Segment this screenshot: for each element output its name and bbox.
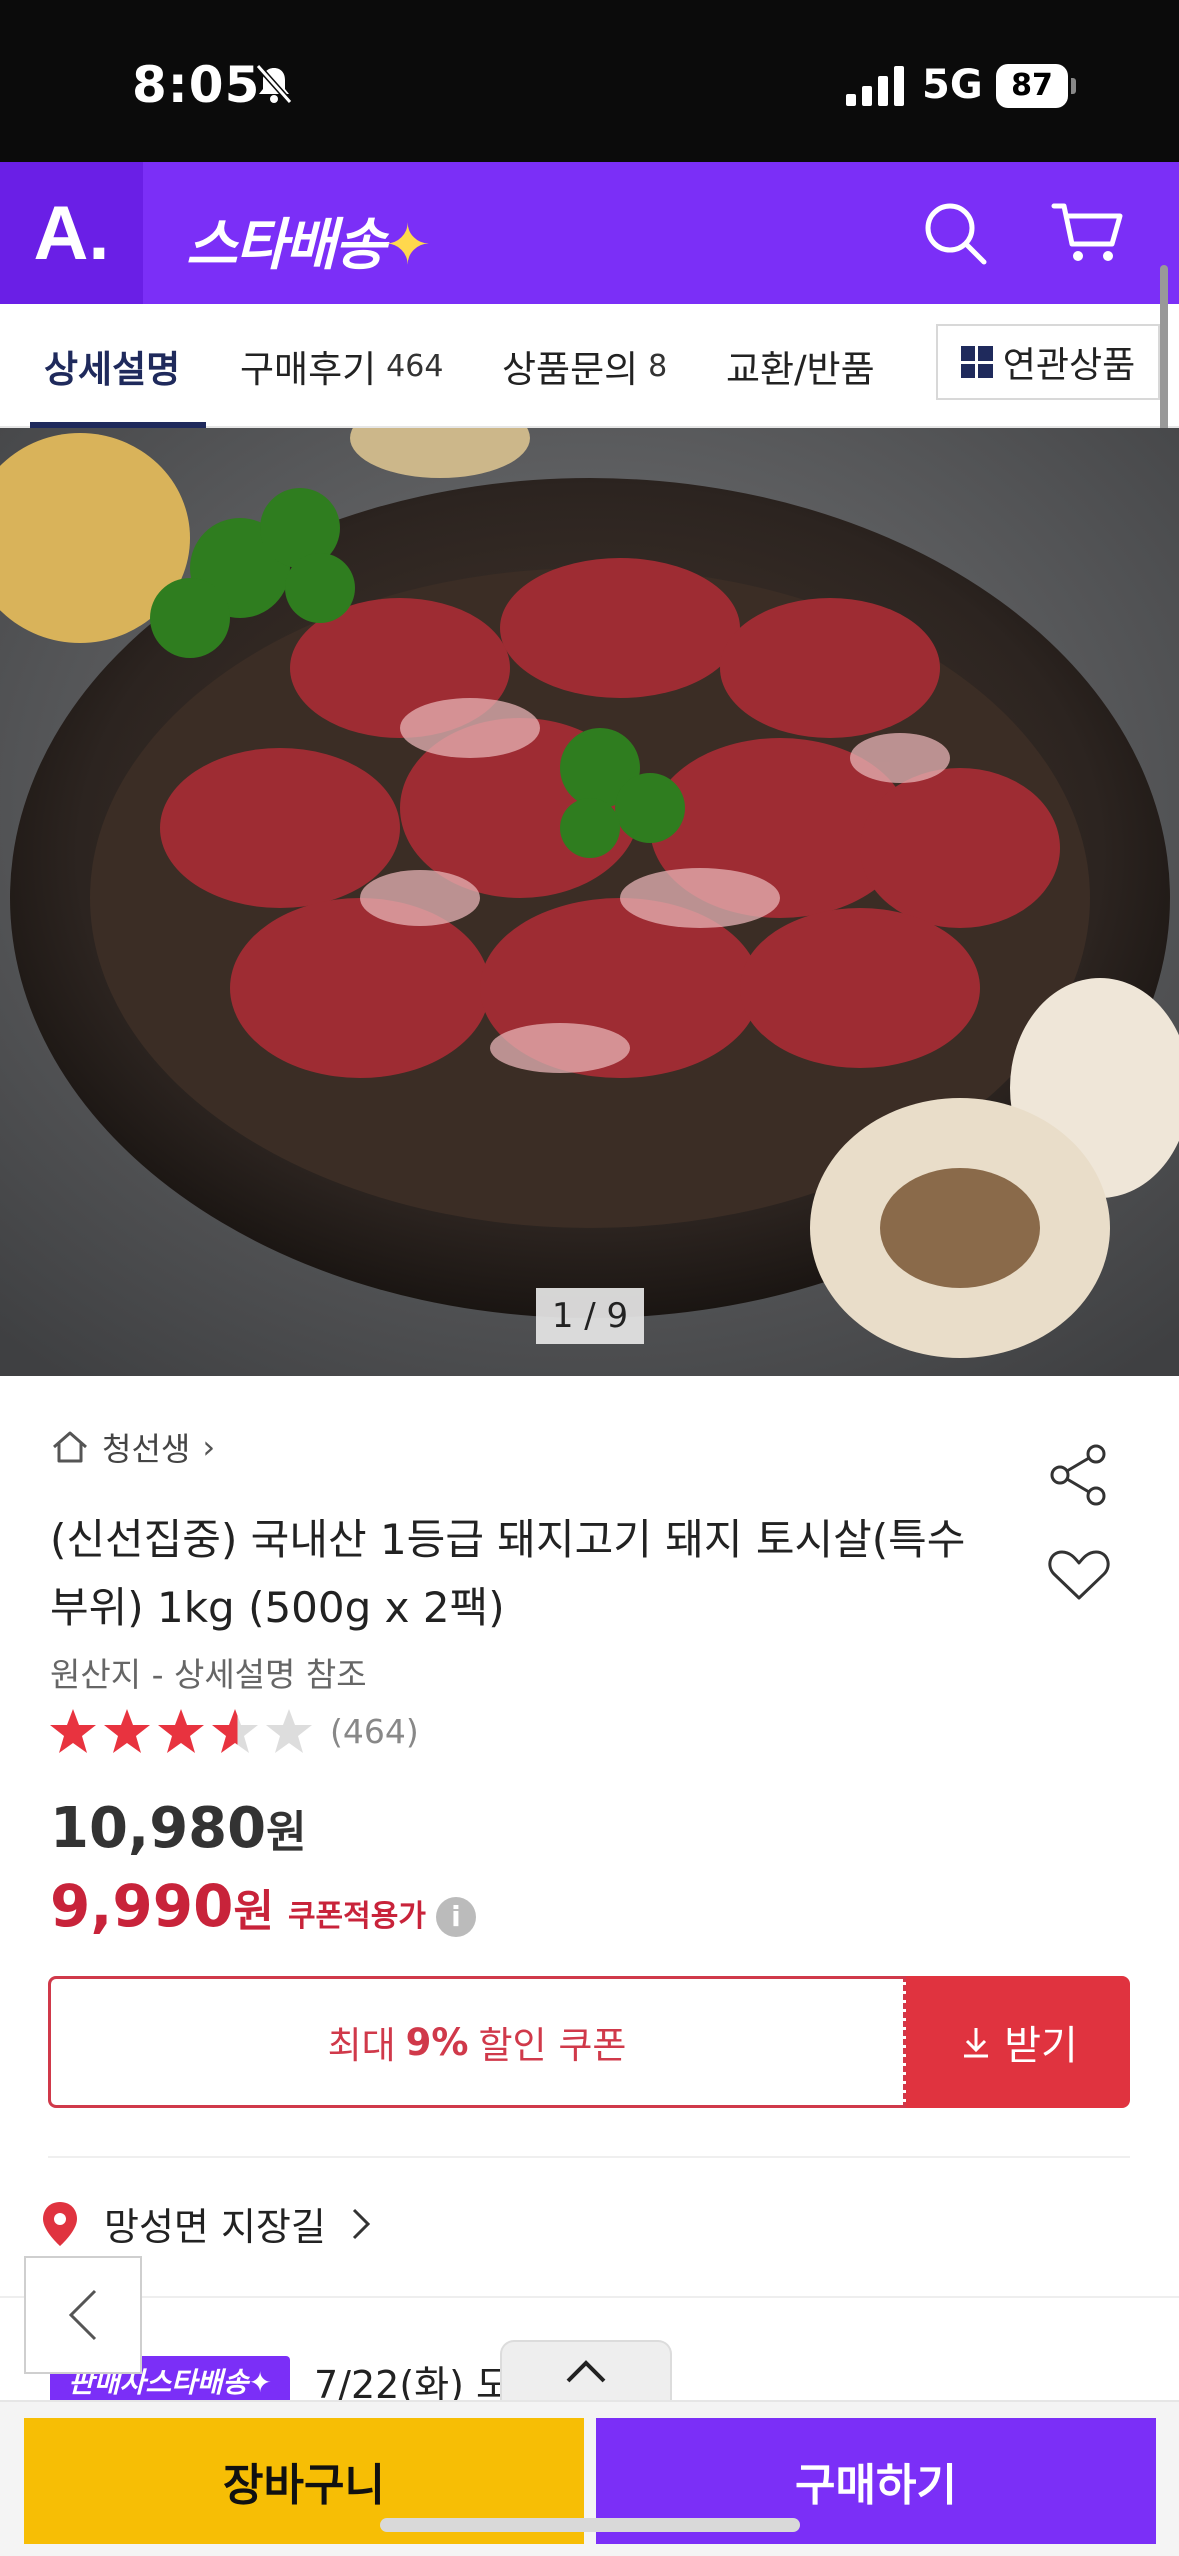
star-empty-icon bbox=[266, 1709, 312, 1753]
currency: 원 bbox=[266, 1807, 307, 1858]
original-price: 10,980원 bbox=[50, 1796, 307, 1861]
divider bbox=[48, 2156, 1130, 2158]
delivery-location[interactable]: 망성면 지장길 bbox=[40, 2196, 374, 2251]
coupon-download-label: 받기 bbox=[1004, 2023, 1078, 2069]
meat-plate-illustration bbox=[0, 428, 1179, 1376]
search-icon[interactable] bbox=[920, 198, 990, 268]
coupon-prefix: 최대 bbox=[327, 2024, 396, 2067]
seller-link[interactable]: 청선생 › bbox=[50, 1424, 215, 1470]
tab-label: 상세설명 bbox=[44, 348, 181, 391]
cart-icon[interactable] bbox=[1050, 198, 1126, 268]
related-products-button[interactable]: 연관상품 bbox=[936, 324, 1160, 400]
network-type: 5G bbox=[922, 62, 983, 108]
currency: 원 bbox=[233, 1886, 274, 1937]
logo-text: A. bbox=[33, 190, 110, 276]
star-icon bbox=[50, 1709, 96, 1753]
coupon-price-note: 쿠폰적용가 bbox=[287, 1899, 426, 1934]
product-origin: 원산지 - 상세설명 참조 bbox=[50, 1655, 367, 1694]
tab-count: 464 bbox=[386, 348, 444, 384]
chevron-up-icon bbox=[566, 2360, 606, 2383]
original-price-value: 10,980 bbox=[50, 1796, 267, 1861]
home-indicator[interactable] bbox=[380, 2518, 800, 2532]
location-pin-icon bbox=[43, 2201, 77, 2246]
tab-label: 교환/반품 bbox=[726, 348, 875, 391]
sparkle-icon: ✦ bbox=[384, 213, 431, 278]
battery-indicator: 87 bbox=[996, 64, 1076, 108]
coupon-download-button[interactable]: 받기 bbox=[906, 1976, 1130, 2108]
signal-icon bbox=[846, 66, 904, 106]
location-text: 망성면 지장길 bbox=[104, 2205, 326, 2249]
star-icon bbox=[158, 1709, 204, 1753]
coupon-banner[interactable]: 최대 9% 할인 쿠폰 bbox=[48, 1976, 906, 2108]
tab-reviews[interactable]: 구매후기 464 bbox=[240, 304, 443, 428]
chevron-right-icon bbox=[352, 2208, 370, 2239]
tab-count: 8 bbox=[648, 348, 668, 384]
status-time: 8:05 bbox=[132, 56, 261, 114]
heart-icon[interactable] bbox=[1046, 1544, 1112, 1604]
bell-slash-icon bbox=[255, 64, 293, 104]
review-count: (464) bbox=[330, 1711, 419, 1751]
back-button[interactable] bbox=[24, 2256, 142, 2374]
app-header: A. 스타배송✦ bbox=[0, 162, 1179, 304]
battery-level: 87 bbox=[996, 64, 1068, 108]
brand-title: 스타배송✦ bbox=[186, 200, 431, 281]
home-logo[interactable]: A. bbox=[0, 162, 143, 304]
coupon-suffix: 할인 쿠폰 bbox=[478, 2024, 627, 2067]
download-icon bbox=[964, 2028, 989, 2058]
info-icon[interactable]: i bbox=[435, 1897, 476, 1937]
coupon-percent: 9% bbox=[405, 2020, 469, 2064]
image-counter: 1 / 9 bbox=[536, 1288, 644, 1344]
section-divider bbox=[0, 2296, 1179, 2298]
status-bar: 8:05 5G 87 bbox=[0, 0, 1179, 162]
tab-label: 상품문의 bbox=[502, 348, 639, 391]
grid-icon bbox=[960, 346, 993, 378]
sale-price-value: 9,990 bbox=[50, 1872, 234, 1940]
rating[interactable]: (464) bbox=[48, 1706, 419, 1756]
related-products-label: 연관상품 bbox=[1002, 345, 1136, 386]
tab-inquiries[interactable]: 상품문의 8 bbox=[502, 304, 667, 428]
star-half-icon bbox=[212, 1709, 258, 1753]
brand-name: 스타배송 bbox=[186, 213, 386, 278]
tab-details[interactable]: 상세설명 bbox=[44, 304, 180, 428]
chevron-left-icon bbox=[68, 2289, 97, 2341]
chevron-right-icon: › bbox=[202, 1428, 216, 1466]
tab-label: 구매후기 bbox=[240, 348, 377, 391]
home-icon bbox=[53, 1431, 87, 1463]
battery-tip bbox=[1071, 78, 1076, 94]
seller-name: 청선생 bbox=[102, 1430, 191, 1468]
star-icon bbox=[104, 1709, 150, 1753]
share-icon[interactable] bbox=[1046, 1442, 1112, 1508]
product-image[interactable] bbox=[0, 428, 1179, 1376]
product-title: (신선집중) 국내산 1등급 돼지고기 돼지 토시살(특수부위) 1kg (50… bbox=[50, 1515, 966, 1632]
sale-price: 9,990 원 쿠폰적용가 i bbox=[50, 1872, 476, 1940]
detail-tabs: 상세설명 구매후기 464 상품문의 8 교환/반품 연관상품 bbox=[0, 304, 1179, 428]
tab-exchange-return[interactable]: 교환/반품 bbox=[726, 304, 875, 428]
bottom-action-bar: 장바구니 구매하기 bbox=[0, 2400, 1179, 2556]
expand-up-button[interactable] bbox=[500, 2340, 672, 2402]
